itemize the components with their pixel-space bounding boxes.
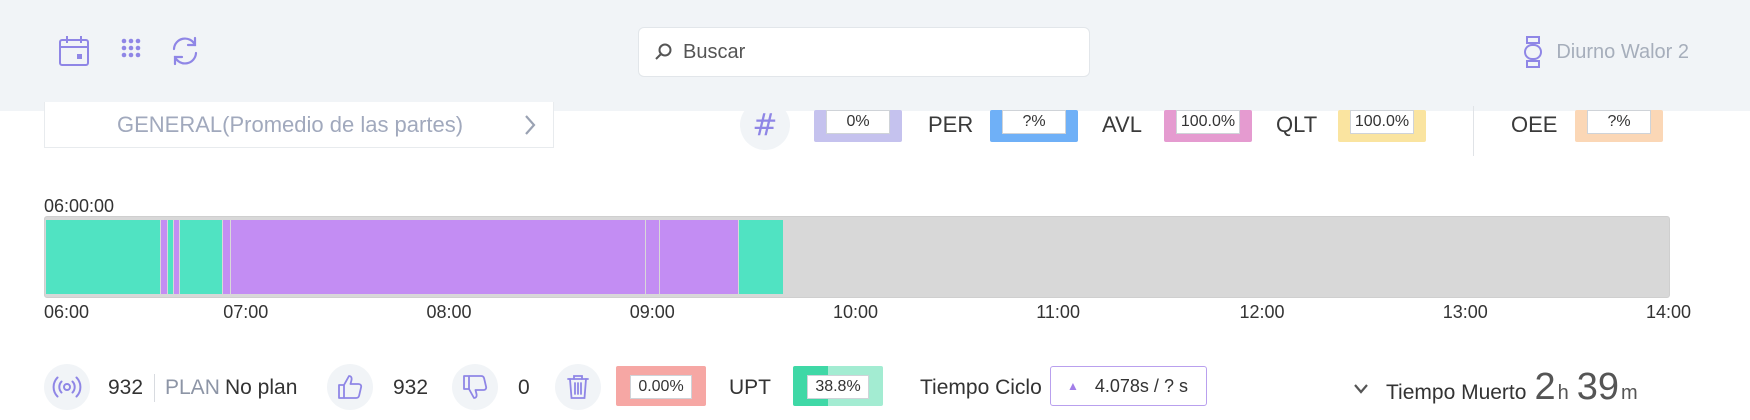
- timeline-segment-run[interactable]: [46, 220, 161, 294]
- search-icon: [655, 43, 672, 60]
- timeline-tick-label: 09:00: [629, 302, 675, 322]
- timeline-segment-stop[interactable]: [222, 220, 230, 294]
- device-selector[interactable]: Diurno Walor 2: [1522, 34, 1689, 70]
- timeline-segment-stop[interactable]: [645, 220, 659, 294]
- timeline-tick-label: 14:00: [1646, 302, 1692, 322]
- plan-label: PLAN: [165, 376, 220, 399]
- part-selector-label: GENERAL(Promedio de las partes): [117, 111, 464, 137]
- kpi-oee-label: OEE: [1511, 112, 1558, 137]
- timeline-tick-label: 11:00: [1036, 302, 1080, 322]
- kpi-per-label: PER: [928, 112, 974, 137]
- timeline-segment-stop[interactable]: [659, 220, 739, 294]
- kpi-avl-value: 100.0%: [1176, 110, 1240, 134]
- scrap-rate-box: 0.00%: [616, 366, 706, 406]
- dead-time-label: Tiempo Muerto: [1386, 381, 1527, 404]
- stat-divider: [154, 374, 155, 402]
- dead-time[interactable]: Tiempo Muerto 2 h 39 m: [1352, 366, 1646, 412]
- timeline-tick-label: 12:00: [1239, 302, 1285, 322]
- timeline-tick-label: 10:00: [833, 302, 879, 322]
- dead-time-minutes: 39: [1576, 366, 1619, 408]
- grid-icon[interactable]: [117, 34, 151, 68]
- timeline-tick-label: 13:00: [1442, 302, 1488, 322]
- kpi-qlt-value: 100.0%: [1350, 110, 1414, 134]
- refresh-icon[interactable]: [168, 34, 202, 68]
- kpi-per-value: ?%: [1002, 110, 1066, 134]
- timeline-segment-run[interactable]: [180, 220, 222, 294]
- chevron-right-icon[interactable]: [521, 112, 539, 138]
- upt-value: 38.8%: [807, 375, 869, 399]
- hash-icon[interactable]: #: [740, 100, 790, 150]
- plan-value: No plan: [225, 376, 298, 399]
- kpi-first-value: 0%: [826, 110, 890, 134]
- cycle-time-box: ▲ 4.078s / ? s: [1050, 366, 1207, 406]
- timeline-tick-label: 07:00: [223, 302, 269, 322]
- kpi-qlt-box: 100.0%: [1338, 110, 1426, 142]
- timeline-segment-run[interactable]: [167, 220, 174, 294]
- thumbs-down-icon: [452, 364, 498, 410]
- timeline-tick-label: 08:00: [426, 302, 472, 322]
- timeline-start-label: 06:00:00: [44, 196, 115, 216]
- thumbs-up-icon: [327, 364, 373, 410]
- timeline-segment-stop[interactable]: [230, 220, 645, 294]
- timeline-tick-label: 06:00: [44, 302, 90, 322]
- counter-value: 932: [108, 376, 144, 399]
- upt-label: UPT: [729, 376, 771, 399]
- kpi-avl-label: AVL: [1102, 112, 1142, 137]
- search-input[interactable]: [683, 40, 1063, 64]
- triangle-up-icon: ▲: [1067, 379, 1079, 393]
- kpi-qlt-label: QLT: [1276, 112, 1318, 137]
- signal-icon: [44, 364, 90, 410]
- search-box[interactable]: [638, 27, 1090, 77]
- dead-time-minutes-unit: m: [1620, 382, 1638, 404]
- timeline-segment-stop[interactable]: [161, 220, 167, 294]
- timeline-segment-stop[interactable]: [174, 220, 180, 294]
- part-selector[interactable]: GENERAL(Promedio de las partes): [44, 102, 554, 148]
- kpi-first-box: 0%: [814, 110, 902, 142]
- chevron-down-icon[interactable]: [1352, 382, 1370, 396]
- cycle-time-label: Tiempo Ciclo: [920, 376, 1042, 399]
- kpi-avl-box: 100.0%: [1164, 110, 1252, 142]
- timeline-axis: 06:00 07:00 08:00 09:00 10:00 11:00 12:00 13:00…: [0, 302, 1750, 326]
- kpi-divider: [1473, 106, 1474, 156]
- dead-time-hours: 2: [1534, 366, 1556, 408]
- kpi-per-box: ?%: [990, 110, 1078, 142]
- watch-icon: [1524, 36, 1543, 68]
- trash-icon: [555, 364, 601, 410]
- device-name: Diurno Walor 2: [1556, 40, 1689, 63]
- cycle-time-value: 4.078s / ? s: [1094, 375, 1188, 396]
- top-bar: Diurno Walor 2: [0, 0, 1750, 111]
- timeline-segment-run[interactable]: [739, 220, 783, 294]
- scrap-rate-value: 0.00%: [630, 375, 692, 399]
- dead-time-hours-unit: h: [1557, 382, 1569, 404]
- production-timeline[interactable]: [44, 216, 1670, 298]
- kpi-oee-value: ?%: [1587, 110, 1651, 134]
- upt-progress: 38.8%: [793, 366, 883, 406]
- kpi-oee-box: ?%: [1575, 110, 1663, 142]
- calendar-icon[interactable]: [57, 34, 91, 68]
- bad-count: 0: [518, 376, 530, 399]
- good-count: 932: [393, 376, 429, 399]
